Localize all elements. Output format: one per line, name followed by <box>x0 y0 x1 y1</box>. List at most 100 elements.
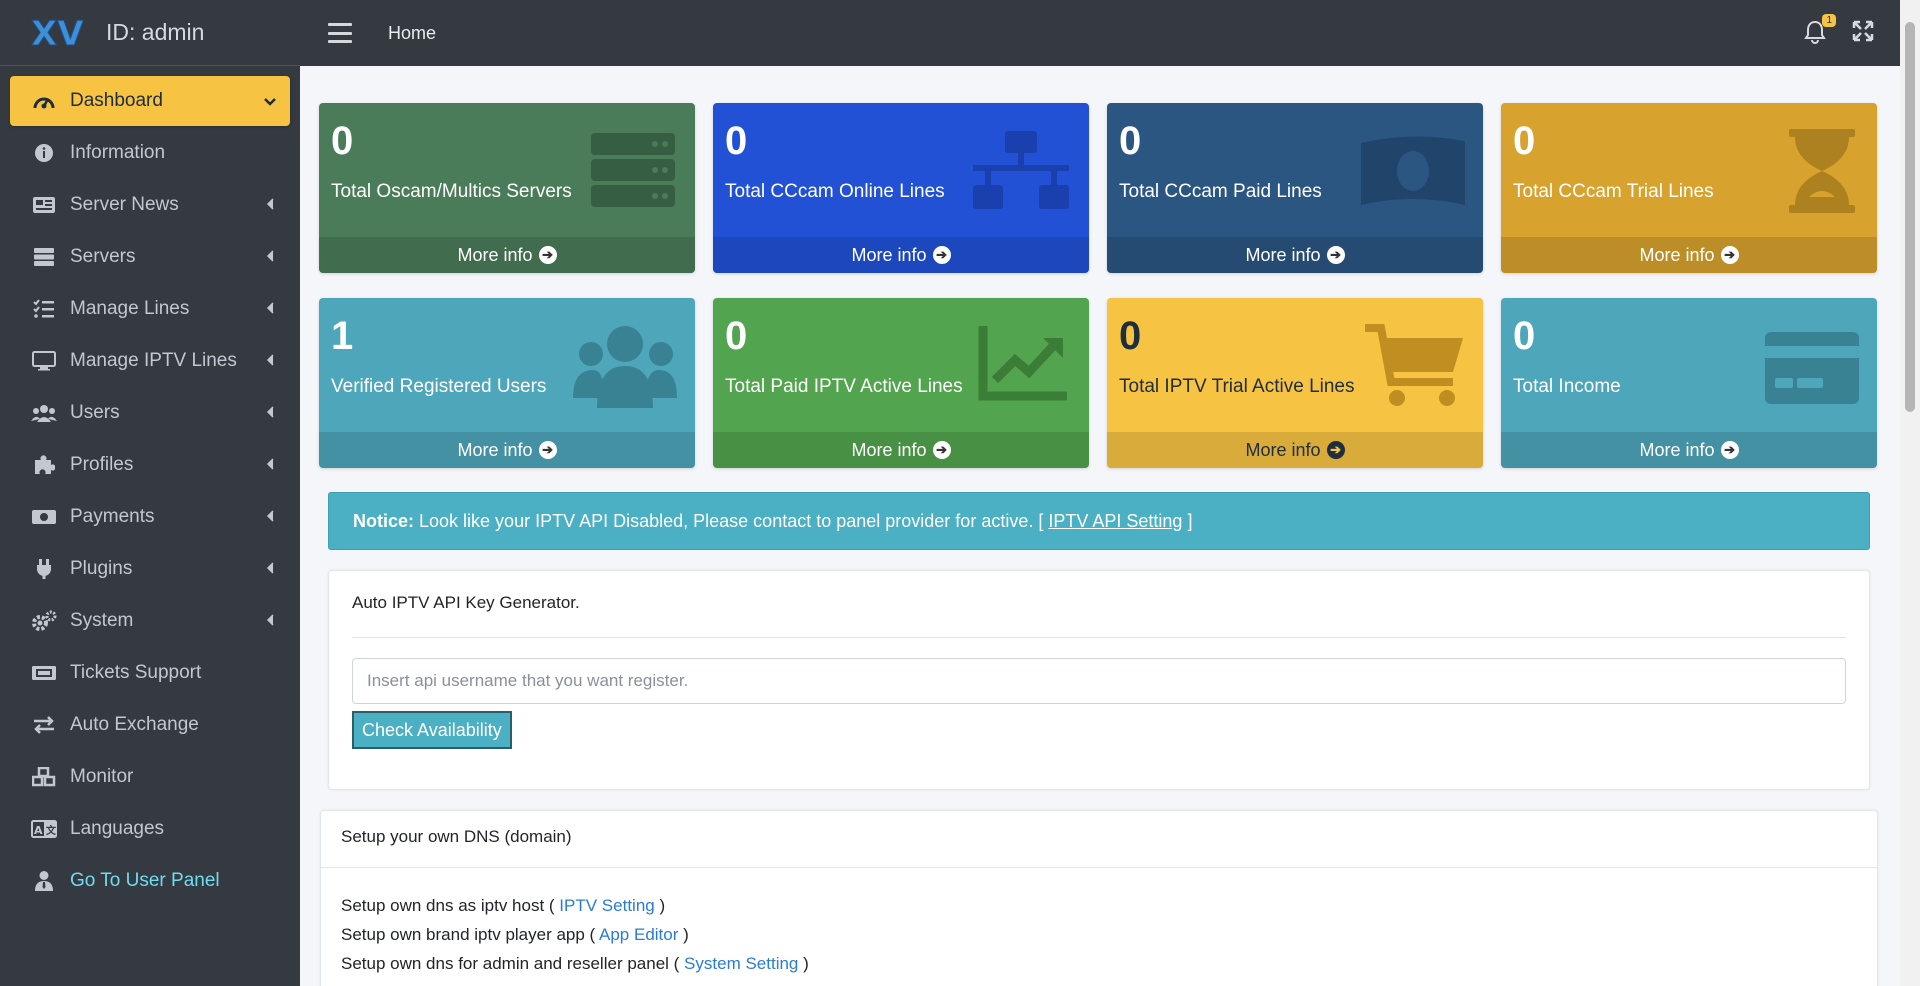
more-info-link[interactable]: More info ➔ <box>713 432 1089 468</box>
stat-value: 0 <box>725 314 748 358</box>
sidebar-item-system[interactable]: System <box>10 596 290 646</box>
api-username-input[interactable] <box>352 658 1846 704</box>
more-info-label: More info <box>1245 244 1321 265</box>
page-scrollbar[interactable] <box>1900 0 1920 986</box>
stat-title: Total CCcam Trial Lines <box>1513 181 1714 202</box>
more-info-link[interactable]: More info ➔ <box>1107 237 1483 273</box>
sidebar-item-monitor[interactable]: Monitor <box>10 752 290 802</box>
cubes-icon <box>30 765 58 789</box>
svg-text:A: A <box>34 824 43 837</box>
hamburger-menu-icon[interactable] <box>328 23 352 43</box>
more-info-link[interactable]: More info ➔ <box>1501 237 1877 273</box>
more-info-label: More info <box>457 244 533 265</box>
sidebar-item-dashboard[interactable]: Dashboard <box>10 76 290 126</box>
iptv-api-setting-link[interactable]: IPTV API Setting <box>1048 511 1182 532</box>
notification-badge: 1 <box>1822 14 1836 27</box>
sidebar-item-go-to-user-panel[interactable]: Go To User Panel <box>10 856 290 906</box>
users-icon <box>30 401 58 425</box>
stat-box-paid-iptv: 0 Total Paid IPTV Active Lines More info… <box>713 298 1089 468</box>
app-editor-link[interactable]: App Editor <box>599 925 678 944</box>
stat-box-registered-users: 1 Verified Registered Users More info ➔ <box>319 298 695 468</box>
svg-text:XV: XV <box>31 14 84 53</box>
more-info-link[interactable]: More info ➔ <box>1107 432 1483 468</box>
newspaper-icon <box>30 193 58 217</box>
more-info-link[interactable]: More info ➔ <box>713 237 1089 273</box>
notifications-button[interactable]: 1 <box>1804 14 1836 46</box>
monitor-icon <box>30 349 58 373</box>
sidebar-item-label: Tickets Support <box>70 662 202 683</box>
dns-setup-card: Setup your own DNS (domain) Setup own dn… <box>320 810 1878 986</box>
brand-title: ID: admin <box>106 19 205 45</box>
sidebar-item-languages[interactable]: A文 Languages <box>10 804 290 854</box>
system-setting-link[interactable]: System Setting <box>684 954 798 973</box>
money-bill-icon <box>1361 129 1465 213</box>
dns-instructions: Setup own dns as iptv host ( IPTV Settin… <box>341 891 809 978</box>
sidebar-item-profiles[interactable]: Profiles <box>10 440 290 490</box>
exchange-icon <box>30 713 58 737</box>
sidebar-item-label: Servers <box>70 246 136 267</box>
user-tie-icon <box>30 869 58 893</box>
sidebar-item-payments[interactable]: Payments <box>10 492 290 542</box>
sidebar-item-servers[interactable]: Servers <box>10 232 290 282</box>
chevron-down-icon <box>262 93 278 109</box>
brand[interactable]: XV ID: admin <box>0 0 300 66</box>
sidebar-item-manage-lines[interactable]: Manage Lines <box>10 284 290 334</box>
network-icon <box>967 129 1071 213</box>
api-key-generator-card: Auto IPTV API Key Generator. Check Avail… <box>328 570 1870 790</box>
notice-text: Look like your IPTV API Disabled, Please… <box>419 510 1044 531</box>
stat-box-cccam-online: 0 Total CCcam Online Lines More info ➔ <box>713 103 1089 273</box>
chevron-left-icon <box>262 509 278 525</box>
sidebar-item-label: Profiles <box>70 454 134 475</box>
list-item: Setup own dns as iptv host ( IPTV Settin… <box>341 891 809 920</box>
sidebar-item-auto-exchange[interactable]: Auto Exchange <box>10 700 290 750</box>
arrow-circle-right-icon: ➔ <box>538 246 557 264</box>
more-info-link[interactable]: More info ➔ <box>319 237 695 273</box>
chevron-left-icon <box>262 457 278 473</box>
more-info-label: More info <box>1639 244 1715 265</box>
puzzle-icon <box>30 453 58 477</box>
more-info-link[interactable]: More info ➔ <box>1501 432 1877 468</box>
language-icon: A文 <box>30 817 58 841</box>
svg-text:文: 文 <box>46 824 57 837</box>
line-suffix: ) <box>803 954 809 973</box>
credit-card-icon <box>1755 324 1859 408</box>
stat-box-cccam-trial: 0 Total CCcam Trial Lines More info ➔ <box>1501 103 1877 273</box>
line-prefix: Setup own dns as iptv host ( <box>341 896 555 915</box>
stat-value: 0 <box>1119 119 1142 163</box>
sidebar-item-information[interactable]: Information <box>10 128 290 178</box>
chevron-left-icon <box>262 249 278 265</box>
fullscreen-button[interactable] <box>1852 20 1874 47</box>
sidebar-item-users[interactable]: Users <box>10 388 290 438</box>
stat-title: Total Paid IPTV Active Lines <box>725 376 963 397</box>
scrollbar-thumb[interactable] <box>1905 22 1915 412</box>
main-content: 0 Total Oscam/Multics Servers More info ➔… <box>300 66 1900 986</box>
sidebar-item-manage-iptv-lines[interactable]: Manage IPTV Lines <box>10 336 290 386</box>
sidebar-nav: Dashboard Information Server News Server… <box>0 66 300 906</box>
stat-title: Total Oscam/Multics Servers <box>331 181 572 202</box>
stat-value: 0 <box>1119 314 1142 358</box>
arrow-circle-right-icon: ➔ <box>932 246 951 264</box>
chevron-left-icon <box>262 405 278 421</box>
more-info-link[interactable]: More info ➔ <box>319 432 695 468</box>
plug-icon <box>30 557 58 581</box>
check-availability-button[interactable]: Check Availability <box>352 711 512 749</box>
sidebar-item-label: Go To User Panel <box>70 870 220 891</box>
stat-value: 0 <box>1513 119 1536 163</box>
iptv-setting-link[interactable]: IPTV Setting <box>559 896 654 915</box>
sidebar-item-label: Languages <box>70 818 165 839</box>
notice-suffix: ] <box>1187 510 1193 531</box>
arrow-circle-right-icon: ➔ <box>1326 246 1345 264</box>
home-link[interactable]: Home <box>388 23 436 44</box>
sidebar-item-tickets-support[interactable]: Tickets Support <box>10 648 290 698</box>
hourglass-icon <box>1755 129 1859 213</box>
sidebar-item-server-news[interactable]: Server News <box>10 180 290 230</box>
sidebar-item-label: Manage IPTV Lines <box>70 350 237 371</box>
more-info-label: More info <box>1245 439 1321 460</box>
stat-title: Total CCcam Online Lines <box>725 181 945 202</box>
stat-value: 0 <box>1513 314 1536 358</box>
sidebar-item-plugins[interactable]: Plugins <box>10 544 290 594</box>
card-title: Setup your own DNS (domain) <box>341 827 572 846</box>
stat-box-trial-iptv: 0 Total IPTV Trial Active Lines More inf… <box>1107 298 1483 468</box>
list-check-icon <box>30 297 58 321</box>
sidebar: XV ID: admin Dashboard Information Serve… <box>0 0 300 986</box>
